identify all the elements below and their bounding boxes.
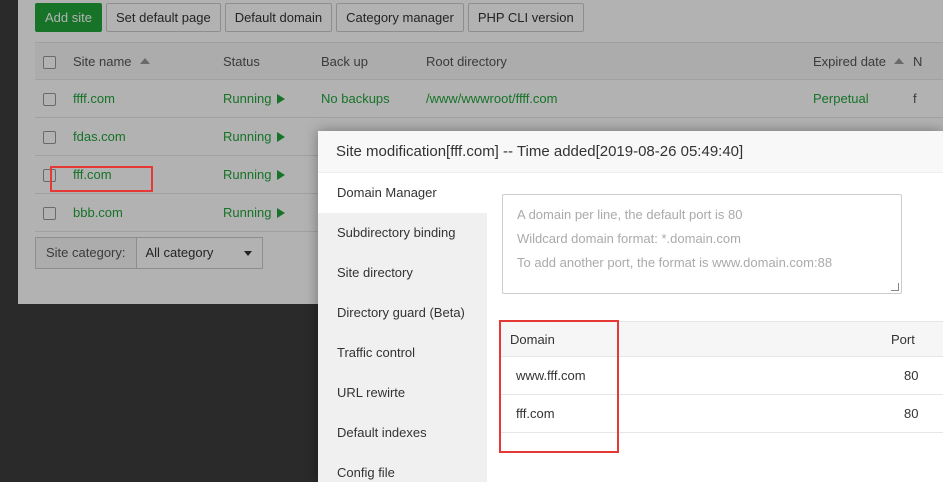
port-value: 80 (904, 368, 919, 383)
highlight-box (50, 166, 153, 192)
highlight-box (499, 320, 619, 453)
port-value: 80 (904, 406, 919, 421)
nav-domain-manager[interactable]: Domain Manager (318, 173, 487, 213)
nav-traffic-control[interactable]: Traffic control (318, 333, 487, 373)
resize-handle-icon[interactable] (891, 283, 899, 291)
nav-subdirectory-binding[interactable]: Subdirectory binding (318, 213, 487, 253)
nav-default-indexes[interactable]: Default indexes (318, 413, 487, 453)
placeholder-line: A domain per line, the default port is 8… (517, 207, 743, 222)
col-port: Port (891, 331, 915, 347)
nav-config-file[interactable]: Config file (318, 453, 487, 482)
domain-textarea[interactable]: A domain per line, the default port is 8… (502, 194, 902, 294)
nav-directory-guard[interactable]: Directory guard (Beta) (318, 293, 487, 333)
site-modification-dialog: Site modification[fff.com] -- Time added… (318, 131, 943, 482)
nav-site-directory[interactable]: Site directory (318, 253, 487, 293)
nav-url-rewrite[interactable]: URL rewirte (318, 373, 487, 413)
placeholder-line: To add another port, the format is www.d… (517, 255, 833, 270)
dialog-title: Site modification[fff.com] -- Time added… (318, 131, 943, 173)
dialog-nav: Domain Manager Subdirectory binding Site… (318, 173, 487, 482)
placeholder-line: Wildcard domain format: *.domain.com (517, 231, 741, 246)
